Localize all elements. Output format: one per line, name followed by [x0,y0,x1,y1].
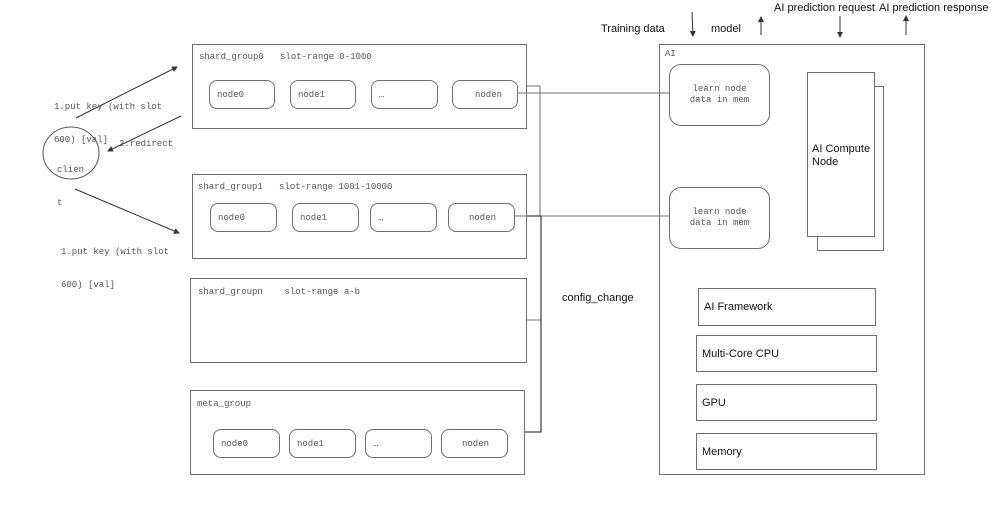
put-label-bottom: 1.put key (with slot 600) [val] [61,225,169,313]
shard-group1-title: shard_group1 slot-range 1001-10000 [198,182,393,192]
node-label: noden [462,438,490,449]
training-data-label: Training data [601,23,665,35]
shard-group1-node0[interactable]: node0 [210,203,277,232]
shard-group1-ellipsis[interactable]: … [370,203,437,232]
prediction-response-label: AI prediction response [879,2,989,14]
learn-node-1[interactable]: learn node data in mem [669,64,770,126]
learn-node-2-line2: data in mem [689,218,750,228]
meta-group-node1[interactable]: node1 [289,429,356,458]
meta-group[interactable]: meta_group node0 node1 … noden [190,390,525,475]
node-label: noden [469,212,497,223]
learn-node-2[interactable]: learn node data in mem [669,187,770,249]
meta-group-node0[interactable]: node0 [213,429,280,458]
node-label: noden [475,89,503,100]
node-label: node0 [218,212,246,223]
ai-compute-node[interactable]: AI Compute Node [807,72,875,237]
compute-node-line2: Node [812,156,839,168]
gpu-label: GPU [702,396,726,409]
learn-node-1-label: learn node data in mem [670,84,769,106]
node-label: … [378,212,384,223]
shard-groupn[interactable]: shard_groupn slot-range a-b [190,278,527,363]
shard-group0-node1[interactable]: node1 [290,80,356,109]
meta-group-noden[interactable]: noden [441,429,508,458]
put-label-top: 1.put key (with slot 600) [val] [54,80,162,168]
config-change-label: config_change [562,292,634,304]
architecture-diagram: clien t 1.put key (with slot 600) [val] … [0,0,1006,519]
model-label: model [711,23,741,35]
gpu-box[interactable]: GPU [696,384,877,421]
put-label-top-line1: 1.put key (with slot [54,102,163,112]
memory-label: Memory [702,445,742,458]
ai-compute-node-label: AI Compute Node [812,143,870,169]
wire-group0-bracket [526,85,541,216]
learn-node-2-label: learn node data in mem [670,207,769,229]
multi-core-cpu-box[interactable]: Multi-Core CPU [696,335,877,372]
client-label-line2: t [57,198,63,208]
ai-framework-box[interactable]: AI Framework [698,288,876,326]
put-label-bottom-line2: 600) [val] [61,280,116,290]
config-change-bus [525,215,542,433]
shard-group1-node1[interactable]: node1 [292,203,359,232]
shard-group0[interactable]: shard_group0 slot-range 0-1000 node0 nod… [192,44,527,129]
ai-box[interactable]: AI learn node data in mem learn node dat… [659,44,925,475]
training-data-arrow [689,11,696,37]
ai-title: AI [665,49,676,59]
shard-group0-ellipsis[interactable]: … [371,80,438,109]
shard-group0-noden[interactable]: noden [452,80,518,109]
put-label-bottom-line1: 1.put key (with slot [61,247,170,257]
prediction-request-label: AI prediction request [774,2,875,14]
meta-group-ellipsis[interactable]: … [365,429,432,458]
redirect-label: 2.redirect [119,139,174,149]
shard-groupn-title: shard_groupn slot-range a-b [198,287,361,297]
shard-group1-noden[interactable]: noden [448,203,515,232]
learn-node-1-line1: learn node [692,84,747,94]
node-label: … [373,438,379,449]
node-label: … [379,89,385,100]
meta-group-title: meta_group [197,399,252,409]
multi-core-cpu-label: Multi-Core CPU [702,347,780,360]
node-label: node0 [221,438,249,449]
shard-group0-title: shard_group0 slot-range 0-1000 [199,52,372,62]
learn-node-1-line2: data in mem [689,95,750,105]
node-label: node1 [298,89,326,100]
shard-group1[interactable]: shard_group1 slot-range 1001-10000 node0… [192,174,527,259]
node-label: node0 [217,89,245,100]
compute-node-line1: AI Compute [812,143,871,155]
ai-framework-label: AI Framework [704,301,773,313]
node-label: node1 [297,438,325,449]
learn-node-2-line1: learn node [692,207,747,217]
shard-group0-node0[interactable]: node0 [209,80,275,109]
memory-box[interactable]: Memory [696,433,877,470]
node-label: node1 [300,212,328,223]
